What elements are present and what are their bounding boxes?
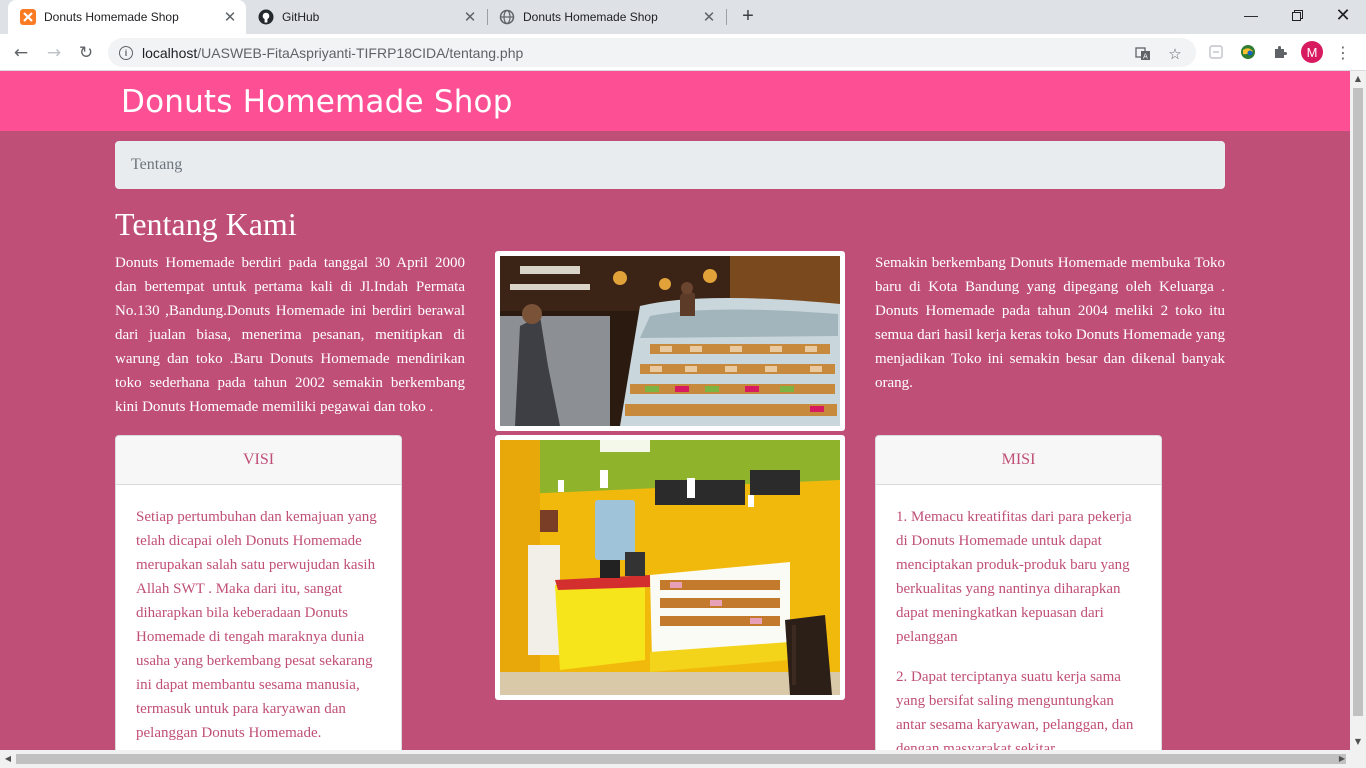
back-icon[interactable]: ← xyxy=(7,39,35,67)
close-window-icon[interactable]: ✕ xyxy=(1320,0,1366,30)
browser-tab-github[interactable]: GitHub ✕ xyxy=(246,0,486,34)
shop-counter-photo xyxy=(495,435,845,700)
site-brand[interactable]: Donuts Homemade Shop xyxy=(121,84,513,120)
site-info-icon[interactable]: i xyxy=(119,45,133,60)
visi-card: VISI Setiap pertumbuhan dan kemajuan yan… xyxy=(115,435,402,750)
tab-title: Donuts Homemade Shop xyxy=(44,10,179,24)
close-tab-icon[interactable]: ✕ xyxy=(462,8,478,26)
visi-card-title: VISI xyxy=(116,436,401,485)
vertical-scroll-thumb[interactable] xyxy=(1353,88,1363,716)
misi-item: 1. Memacu kreatifitas dari para pekerja … xyxy=(896,509,1132,645)
globe-icon xyxy=(499,9,515,25)
close-tab-icon[interactable]: ✕ xyxy=(701,8,717,26)
scroll-down-icon[interactable]: ▼ xyxy=(1350,734,1366,750)
extension-globe-icon[interactable] xyxy=(1238,42,1258,62)
page-title: Tentang Kami xyxy=(115,206,297,242)
close-tab-icon[interactable]: ✕ xyxy=(222,8,238,26)
tab-title: GitHub xyxy=(282,10,320,24)
shop-interior-photo xyxy=(495,251,845,431)
vertical-scrollbar[interactable]: ▲ ▼ xyxy=(1350,71,1366,750)
browser-tab-active[interactable]: Donuts Homemade Shop ✕ xyxy=(8,0,246,34)
bookmark-star-icon[interactable]: ☆ xyxy=(1166,45,1184,63)
scroll-right-icon[interactable]: ▶ xyxy=(1334,751,1350,767)
svg-text:A: A xyxy=(1143,53,1148,61)
url-path: /UASWEB-FitaAspriyanti-TIFRP18CIDA/tenta… xyxy=(197,44,524,61)
tab-title: Donuts Homemade Shop xyxy=(523,10,658,24)
intro-right-text: Semakin berkembang Donuts Homemade membu… xyxy=(875,255,1225,391)
misi-item: 2. Dapat terciptanya suatu kerja sama ya… xyxy=(896,669,1134,750)
url-host: localhost xyxy=(142,44,198,61)
address-bar[interactable]: i localhost/UASWEB-FitaAspriyanti-TIFRP1… xyxy=(108,38,1196,67)
tab-separator xyxy=(726,9,727,25)
browser-toolbar: ← → ↻ i localhost/UASWEB-FitaAspriyanti-… xyxy=(0,34,1366,71)
restore-icon[interactable] xyxy=(1274,0,1320,30)
profile-avatar[interactable]: M xyxy=(1301,41,1323,63)
menu-kebab-icon[interactable]: ⋮ xyxy=(1333,42,1353,62)
github-icon xyxy=(258,9,274,25)
extensions-puzzle-icon[interactable] xyxy=(1270,42,1290,62)
page-viewport: Donuts Homemade Shop Tentang Tentang Kam… xyxy=(0,71,1350,750)
minimize-icon[interactable]: — xyxy=(1228,0,1274,30)
site-header: Donuts Homemade Shop xyxy=(0,71,1350,131)
reload-icon[interactable]: ↻ xyxy=(72,39,100,67)
forward-icon[interactable]: → xyxy=(40,39,68,67)
extension-icon[interactable] xyxy=(1206,42,1226,62)
xampp-icon xyxy=(20,9,36,25)
breadcrumb-item: Tentang xyxy=(131,156,183,173)
misi-card-body: 1. Memacu kreatifitas dari para pekerja … xyxy=(876,485,1161,750)
scroll-up-icon[interactable]: ▲ xyxy=(1350,71,1366,87)
visi-card-body: Setiap pertumbuhan dan kemajuan yang tel… xyxy=(116,485,401,745)
translate-icon[interactable]: A xyxy=(1134,45,1152,63)
browser-tab-shop[interactable]: Donuts Homemade Shop ✕ xyxy=(487,0,725,34)
misi-card-title: MISI xyxy=(876,436,1161,485)
visi-text: Setiap pertumbuhan dan kemajuan yang tel… xyxy=(136,509,377,741)
horizontal-scroll-thumb[interactable] xyxy=(16,754,1346,764)
horizontal-scrollbar[interactable]: ◀ ▶ xyxy=(0,750,1366,768)
new-tab-icon[interactable]: + xyxy=(736,5,760,29)
intro-left-text: Donuts Homemade berdiri pada tanggal 30 … xyxy=(115,255,465,415)
breadcrumb: Tentang xyxy=(115,141,1225,189)
misi-card: MISI 1. Memacu kreatifitas dari para pek… xyxy=(875,435,1162,750)
scroll-left-icon[interactable]: ◀ xyxy=(0,751,16,767)
browser-tab-strip: Donuts Homemade Shop ✕ GitHub ✕ Donuts H… xyxy=(0,0,1366,34)
